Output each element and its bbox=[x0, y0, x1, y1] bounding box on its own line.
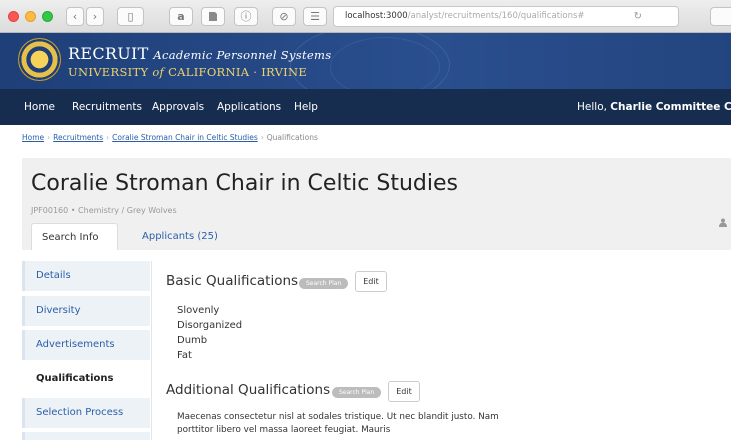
nav-approvals[interactable]: Approvals bbox=[152, 89, 204, 125]
chevron-left-icon: ‹ bbox=[72, 10, 78, 23]
basic-qualifications-list: Slovenly Disorganized Dumb Fat bbox=[177, 303, 242, 363]
header-decoration bbox=[330, 37, 440, 89]
basic-qualifications-title: Basic Qualifications bbox=[166, 273, 299, 289]
university-name: UNIVERSITY of CALIFORNIA · IRVINE bbox=[68, 65, 307, 79]
breadcrumb-recruitments[interactable]: Recruitments bbox=[53, 133, 103, 142]
nav-applications[interactable]: Applications bbox=[217, 89, 281, 125]
tab-search-info[interactable]: Search Info bbox=[31, 223, 118, 250]
sidebar-icon: ▯ bbox=[127, 10, 134, 23]
share-button[interactable] bbox=[710, 7, 731, 26]
reader-icon: a bbox=[177, 10, 185, 23]
back-button[interactable]: ‹ bbox=[66, 7, 84, 26]
info-button[interactable]: ⓘ bbox=[234, 7, 258, 26]
breadcrumb: Home › Recruitments › Coralie Stroman Chair … bbox=[22, 133, 318, 142]
breadcrumb-home[interactable]: Home bbox=[22, 133, 44, 142]
person-icon[interactable] bbox=[719, 218, 727, 229]
university-of: of bbox=[152, 65, 165, 79]
address-bar[interactable]: localhost:3000/analyst/recruitments/160/… bbox=[333, 6, 679, 27]
sidebar-nav: Details Diversity Advertisements Qualifi… bbox=[22, 261, 150, 440]
user-name: Charlie Committee Chair bbox=[610, 101, 731, 113]
browser-toolbar: ‹ › ▯ a ⓘ ⊘ ☰ localhost:3000/analyst/rec… bbox=[0, 0, 731, 33]
breadcrumb-current: Qualifications bbox=[266, 133, 318, 142]
menu-button[interactable]: ☰ bbox=[303, 7, 327, 26]
sidebar-item-more[interactable] bbox=[22, 432, 150, 440]
app-title[interactable]: RECRUIT Academic Personnel Systems bbox=[68, 44, 331, 63]
reader-button[interactable]: a bbox=[169, 7, 193, 26]
site-header: RECRUIT Academic Personnel Systems UNIVE… bbox=[0, 33, 731, 89]
uc-seal-logo[interactable] bbox=[18, 38, 61, 81]
university-word: UNIVERSITY bbox=[68, 65, 149, 79]
greeting-text: Hello, bbox=[577, 101, 607, 113]
additional-qualifications-title: Additional Qualifications bbox=[166, 382, 331, 398]
nav-help[interactable]: Help bbox=[294, 89, 318, 125]
url-host: localhost:3000 bbox=[345, 11, 408, 21]
sidebar-toggle-button[interactable]: ▯ bbox=[117, 7, 144, 26]
block-button[interactable]: ⊘ bbox=[272, 7, 296, 26]
reload-icon[interactable]: ↻ bbox=[634, 7, 642, 26]
chevron-right-icon: › bbox=[92, 10, 98, 23]
search-plan-badge: Search Plan bbox=[299, 278, 349, 289]
additional-qualifications-text: Maecenas consectetur nisl at sodales tri… bbox=[177, 412, 499, 435]
url-path: /analyst/recruitments/160/qualifications… bbox=[407, 11, 585, 21]
app-tagline: Academic Personnel Systems bbox=[153, 48, 332, 62]
recruitment-meta: JPF00160 • Chemistry / Grey Wolves bbox=[31, 206, 177, 215]
qualifications-panel: Basic Qualifications Search Plan Edit Sl… bbox=[151, 261, 731, 440]
close-window-button[interactable] bbox=[8, 11, 19, 22]
sidebar-item-advertisements[interactable]: Advertisements bbox=[22, 330, 150, 360]
info-icon: ⓘ bbox=[240, 10, 252, 23]
recruitment-header: Coralie Stroman Chair in Celtic Studies … bbox=[22, 158, 731, 250]
breadcrumb-recruitment[interactable]: Coralie Stroman Chair in Celtic Studies bbox=[112, 133, 258, 142]
list-item: Fat bbox=[177, 350, 192, 361]
menu-icon: ☰ bbox=[310, 10, 320, 23]
nav-home[interactable]: Home bbox=[24, 89, 55, 125]
forward-button[interactable]: › bbox=[86, 7, 104, 26]
list-item: Dumb bbox=[177, 335, 208, 346]
list-item: Slovenly bbox=[177, 305, 220, 316]
app-name: RECRUIT bbox=[68, 44, 149, 63]
tab-applicants[interactable]: Applicants (25) bbox=[132, 223, 228, 250]
university-campus: CALIFORNIA · IRVINE bbox=[168, 65, 308, 79]
main-navbar: Home Recruitments Approvals Applications… bbox=[0, 89, 731, 125]
sidebar-item-qualifications[interactable]: Qualifications bbox=[22, 364, 150, 394]
edit-basic-button[interactable]: Edit bbox=[355, 271, 387, 292]
zoom-window-button[interactable] bbox=[42, 11, 53, 22]
pdf-icon bbox=[209, 12, 217, 21]
minimize-window-button[interactable] bbox=[25, 11, 36, 22]
sidebar-item-diversity[interactable]: Diversity bbox=[22, 296, 150, 326]
nav-recruitments[interactable]: Recruitments bbox=[72, 89, 142, 125]
sidebar-item-details[interactable]: Details bbox=[22, 261, 150, 291]
extension-button[interactable] bbox=[201, 7, 225, 26]
block-icon: ⊘ bbox=[279, 10, 289, 23]
sidebar-item-selection-process[interactable]: Selection Process bbox=[22, 398, 150, 428]
page-title: Coralie Stroman Chair in Celtic Studies bbox=[31, 171, 458, 196]
user-greeting[interactable]: Hello, Charlie Committee Chair bbox=[577, 89, 731, 125]
list-item: Disorganized bbox=[177, 320, 243, 331]
search-plan-badge: Search Plan bbox=[332, 387, 382, 398]
edit-additional-button[interactable]: Edit bbox=[388, 381, 420, 402]
